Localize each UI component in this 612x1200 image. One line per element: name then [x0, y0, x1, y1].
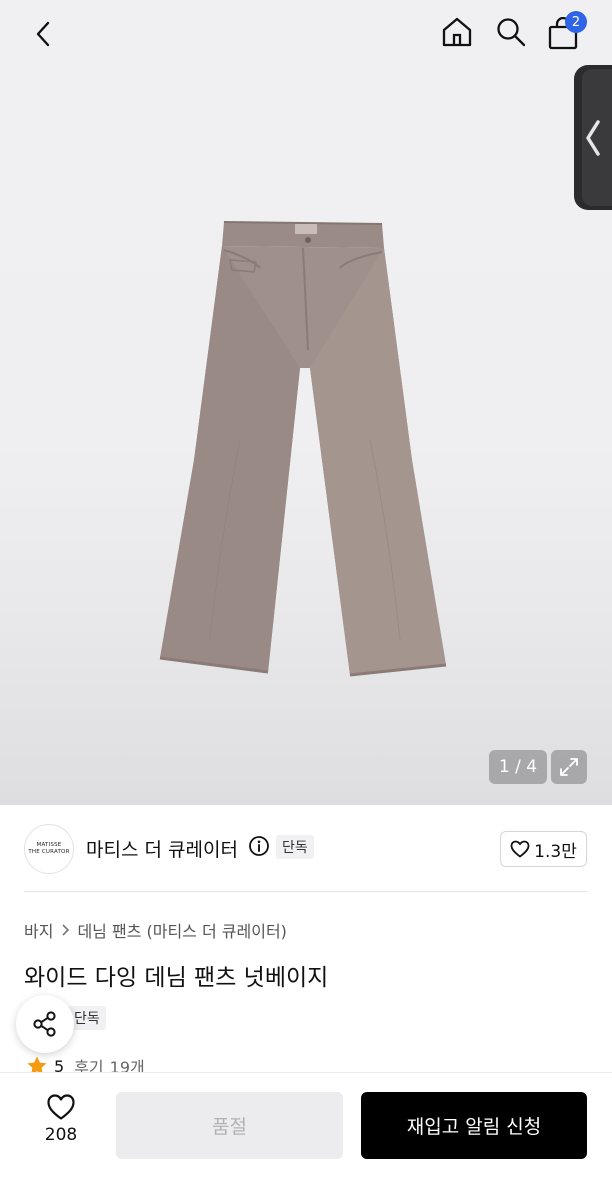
image-pager: 1 / 4 [489, 750, 547, 784]
home-icon [442, 17, 472, 47]
product-detail-page: 1 / 4 2 MATISSE THE CURATOR 마티스 더 큐레이터 단… [0, 0, 612, 1200]
brand-logo-text-line1: MATISSE [36, 842, 62, 848]
section-divider [24, 891, 588, 892]
breadcrumb: 바지 데님 팬츠 (마티스 더 큐레이터) [24, 918, 287, 942]
restock-alert-button[interactable]: 재입고 알림 신청 [361, 1092, 587, 1159]
back-button[interactable] [22, 12, 66, 56]
share-icon [33, 1011, 56, 1037]
search-icon [497, 18, 526, 47]
info-icon[interactable] [248, 835, 270, 857]
brand-name[interactable]: 마티스 더 큐레이터 [86, 835, 238, 862]
cart-count-badge: 2 [565, 11, 587, 33]
brand-row: MATISSE THE CURATOR 마티스 더 큐레이터 단독 1.3만 [0, 822, 612, 876]
chevron-right-icon [61, 924, 70, 936]
expand-icon [560, 758, 578, 776]
wishlist-count: 208 [44, 1125, 78, 1145]
bottom-action-bar: 208 품절 재입고 알림 신청 [0, 1072, 612, 1200]
chevron-left-icon [36, 21, 50, 47]
brand-like-count: 1.3만 [534, 841, 577, 862]
heart-icon [47, 1094, 75, 1120]
search-button[interactable] [490, 11, 532, 53]
heart-icon [510, 840, 530, 858]
breadcrumb-subcategory[interactable]: 데님 팬츠 (마티스 더 큐레이터) [77, 918, 286, 942]
home-button[interactable] [436, 11, 478, 53]
brand-logo[interactable]: MATISSE THE CURATOR [24, 824, 74, 874]
soldout-button: 품절 [116, 1092, 343, 1159]
product-title: 와이드 다잉 데님 팬츠 넛베이지 [24, 965, 329, 991]
wishlist-button[interactable]: 208 [30, 1093, 92, 1155]
top-navigation-bar: 2 [0, 0, 612, 64]
share-button[interactable] [16, 995, 74, 1053]
product-image-denim-pants [159, 221, 447, 677]
fullscreen-button[interactable] [551, 750, 587, 784]
brand-logo-text-line2: THE CURATOR [28, 849, 70, 855]
brand-like-button[interactable]: 1.3만 [500, 831, 587, 867]
cart-button[interactable]: 2 [545, 11, 587, 53]
side-panel-handle[interactable] [574, 65, 612, 210]
breadcrumb-category[interactable]: 바지 [24, 918, 53, 942]
product-image-gallery[interactable]: 1 / 4 [0, 0, 612, 805]
exclusive-badge: 단독 [276, 835, 314, 859]
chevron-left-icon [586, 119, 600, 156]
